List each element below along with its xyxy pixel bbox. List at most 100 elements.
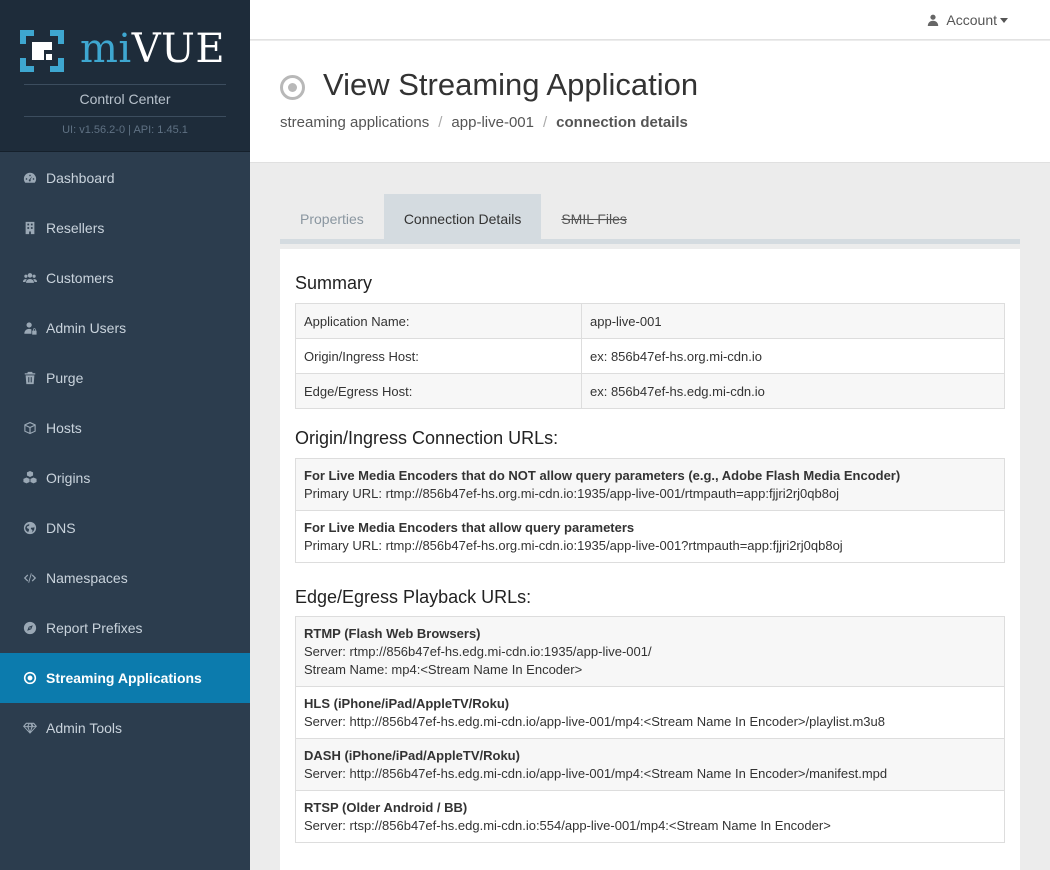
summary-key: Application Name: xyxy=(295,303,582,339)
breadcrumb-separator: / xyxy=(542,114,548,131)
nav-label: DNS xyxy=(46,520,76,536)
account-menu[interactable]: Account xyxy=(927,12,1008,28)
nav-label: Admin Tools xyxy=(46,720,123,736)
url-label: DASH (iPhone/iPad/AppleTV/Roku) xyxy=(304,748,520,763)
nav-label: Dashboard xyxy=(46,170,115,186)
tab-properties[interactable]: Properties xyxy=(280,194,384,244)
table-row: RTSP (Older Android / BB) Server: rtsp:/… xyxy=(295,790,1005,843)
summary-value: ex: 856b47ef-hs.org.mi-cdn.io xyxy=(581,338,1005,374)
tab-bar: Properties Connection Details SMIL Files xyxy=(280,194,1020,244)
caret-down-icon xyxy=(1000,17,1008,23)
nav-item-namespaces[interactable]: Namespaces xyxy=(0,553,250,603)
url-value: Server: rtmp://856b47ef-hs.edg.mi-cdn.io… xyxy=(304,644,652,659)
cube-icon xyxy=(22,420,38,436)
nav-label: Purge xyxy=(46,370,84,386)
nav-item-admin-users[interactable]: Admin Users xyxy=(0,303,250,353)
url-label: RTSP (Older Android / BB) xyxy=(304,800,468,815)
top-bar: Account xyxy=(250,0,1050,40)
url-cell: DASH (iPhone/iPad/AppleTV/Roku) Server: … xyxy=(295,738,1005,791)
egress-url-table: RTMP (Flash Web Browsers) Server: rtmp:/… xyxy=(295,616,1005,843)
trash-icon xyxy=(22,370,38,386)
page-header: View Streaming Application streaming app… xyxy=(250,41,1050,163)
divider xyxy=(24,116,226,117)
breadcrumb-link-streaming-applications[interactable]: streaming applications xyxy=(280,114,429,131)
app-subtitle: Control Center xyxy=(79,91,171,107)
cubes-icon xyxy=(22,470,38,486)
nav-label: Admin Users xyxy=(46,320,127,336)
url-cell: HLS (iPhone/iPad/AppleTV/Roku) Server: h… xyxy=(295,686,1005,739)
users-icon xyxy=(22,270,38,286)
brand-suffix: VUE xyxy=(131,26,226,72)
nav-item-streaming-applications[interactable]: Streaming Applications xyxy=(0,653,250,703)
summary-value: ex: 856b47ef-hs.edg.mi-cdn.io xyxy=(581,373,1005,409)
nav-label: Namespaces xyxy=(46,570,128,586)
url-cell: For Live Media Encoders that do NOT allo… xyxy=(295,458,1005,511)
url-cell: For Live Media Encoders that allow query… xyxy=(295,510,1005,563)
tab-smil-files[interactable]: SMIL Files xyxy=(541,194,647,244)
nav-item-dashboard[interactable]: Dashboard xyxy=(0,153,250,203)
egress-heading: Edge/Egress Playback URLs: xyxy=(295,587,532,607)
nav-item-customers[interactable]: Customers xyxy=(0,253,250,303)
ingress-heading: Origin/Ingress Connection URLs: xyxy=(295,428,559,448)
table-row: For Live Media Encoders that do NOT allo… xyxy=(295,458,1005,511)
url-value: Stream Name: mp4:<Stream Name In Encoder… xyxy=(304,662,583,677)
nav-label: Streaming Applications xyxy=(46,670,202,686)
brand-name: miVUE xyxy=(80,26,225,72)
sidebar: miVUE Control Center UI: v1.56.2-0 | API… xyxy=(0,0,250,870)
table-row: For Live Media Encoders that allow query… xyxy=(295,510,1005,563)
url-label: HLS (iPhone/iPad/AppleTV/Roku) xyxy=(304,696,510,711)
breadcrumb-current: connection details xyxy=(556,114,688,131)
dot-circle-icon xyxy=(22,670,38,686)
nav-label: Origins xyxy=(46,470,91,486)
nav-item-dns[interactable]: DNS xyxy=(0,503,250,553)
connection-details-panel: Summary Application Name: app-live-001 O… xyxy=(280,249,1020,870)
table-row: RTMP (Flash Web Browsers) Server: rtmp:/… xyxy=(295,616,1005,687)
sidebar-nav: Dashboard Resellers Customers Admin User… xyxy=(0,153,250,753)
url-value: Primary URL: rtmp://856b47ef-hs.org.mi-c… xyxy=(304,538,843,553)
globe-icon xyxy=(22,520,38,536)
table-row: Origin/Ingress Host: ex: 856b47ef-hs.org… xyxy=(295,338,1005,374)
tab-connection-details[interactable]: Connection Details xyxy=(383,194,542,244)
ingress-url-table: For Live Media Encoders that do NOT allo… xyxy=(295,458,1005,563)
diamond-icon xyxy=(22,720,38,736)
logo[interactable]: miVUE xyxy=(20,26,230,74)
breadcrumb: streaming applications / app-live-001 / … xyxy=(280,114,688,131)
divider xyxy=(24,84,226,85)
url-cell: RTSP (Older Android / BB) Server: rtsp:/… xyxy=(295,790,1005,843)
nav-label: Customers xyxy=(46,270,114,286)
nav-label: Resellers xyxy=(46,220,105,236)
breadcrumb-link-app[interactable]: app-live-001 xyxy=(451,114,534,131)
compass-icon xyxy=(22,620,38,636)
dashboard-icon xyxy=(22,170,38,186)
nav-item-hosts[interactable]: Hosts xyxy=(0,403,250,453)
nav-item-admin-tools[interactable]: Admin Tools xyxy=(0,703,250,753)
summary-key: Origin/Ingress Host: xyxy=(295,338,582,374)
table-row: Application Name: app-live-001 xyxy=(295,303,1005,339)
summary-value: app-live-001 xyxy=(581,303,1005,339)
table-row: DASH (iPhone/iPad/AppleTV/Roku) Server: … xyxy=(295,738,1005,791)
dot-circle-icon xyxy=(280,75,305,100)
summary-key: Edge/Egress Host: xyxy=(295,373,582,409)
nav-item-origins[interactable]: Origins xyxy=(0,453,250,503)
url-label: For Live Media Encoders that allow query… xyxy=(304,520,635,535)
url-value: Server: http://856b47ef-hs.edg.mi-cdn.io… xyxy=(304,766,888,781)
nav-item-resellers[interactable]: Resellers xyxy=(0,203,250,253)
logo-mark-icon xyxy=(20,30,64,72)
building-icon xyxy=(22,220,38,236)
url-value: Server: rtsp://856b47ef-hs.edg.mi-cdn.io… xyxy=(304,818,831,833)
url-label: For Live Media Encoders that do NOT allo… xyxy=(304,468,901,483)
url-label: RTMP (Flash Web Browsers) xyxy=(304,626,481,641)
version-info: UI: v1.56.2-0 | API: 1.45.1 xyxy=(62,124,188,136)
summary-table: Application Name: app-live-001 Origin/In… xyxy=(295,303,1005,409)
nav-item-purge[interactable]: Purge xyxy=(0,353,250,403)
page-title: View Streaming Application xyxy=(323,67,699,102)
nav-label: Hosts xyxy=(46,420,82,436)
table-row: Edge/Egress Host: ex: 856b47ef-hs.edg.mi… xyxy=(295,373,1005,409)
nav-label: Report Prefixes xyxy=(46,620,143,636)
user-icon xyxy=(928,14,939,26)
url-cell: RTMP (Flash Web Browsers) Server: rtmp:/… xyxy=(295,616,1005,687)
nav-item-report-prefixes[interactable]: Report Prefixes xyxy=(0,603,250,653)
user-lock-icon xyxy=(22,320,38,336)
breadcrumb-separator: / xyxy=(438,114,443,131)
sidebar-header: miVUE Control Center UI: v1.56.2-0 | API… xyxy=(0,0,250,152)
